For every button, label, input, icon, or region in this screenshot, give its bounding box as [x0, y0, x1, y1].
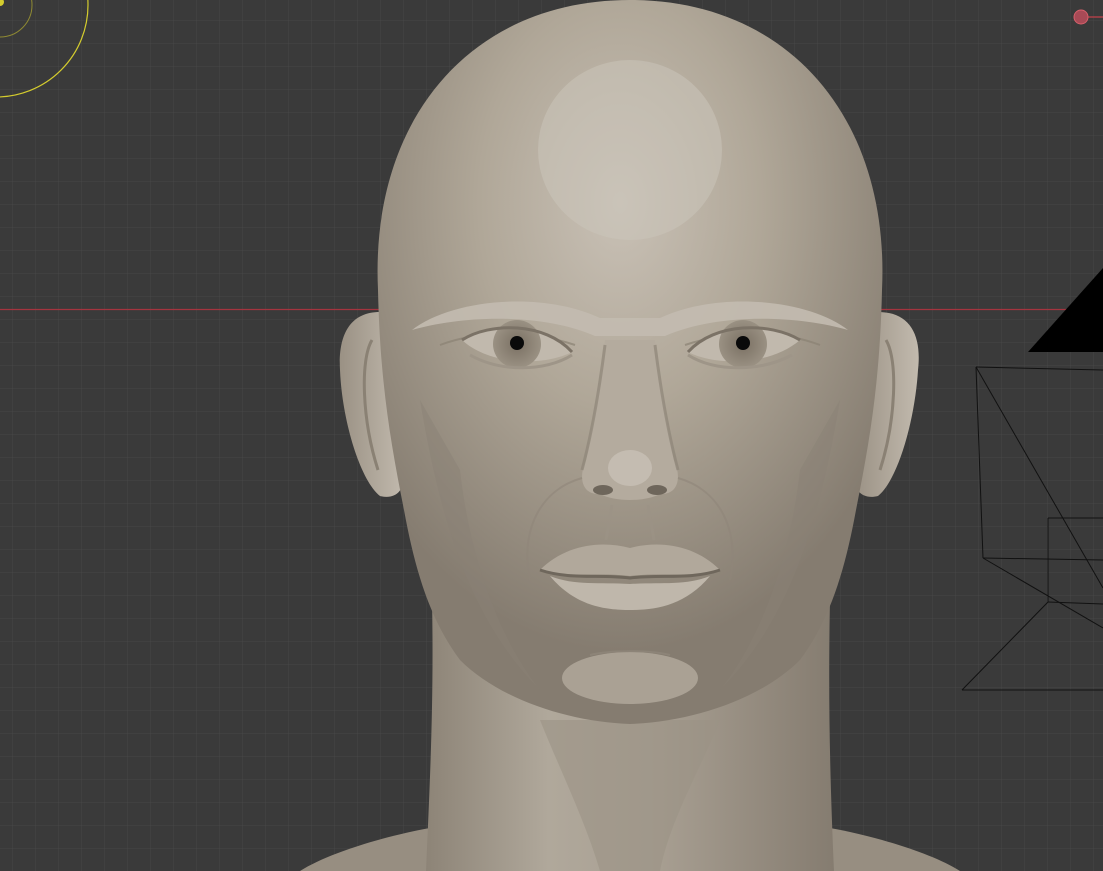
- right-pupil: [736, 336, 750, 350]
- left-pupil: [510, 336, 524, 350]
- viewport-canvas[interactable]: [0, 0, 1103, 871]
- 3d-viewport[interactable]: [0, 0, 1103, 871]
- chin: [562, 652, 698, 704]
